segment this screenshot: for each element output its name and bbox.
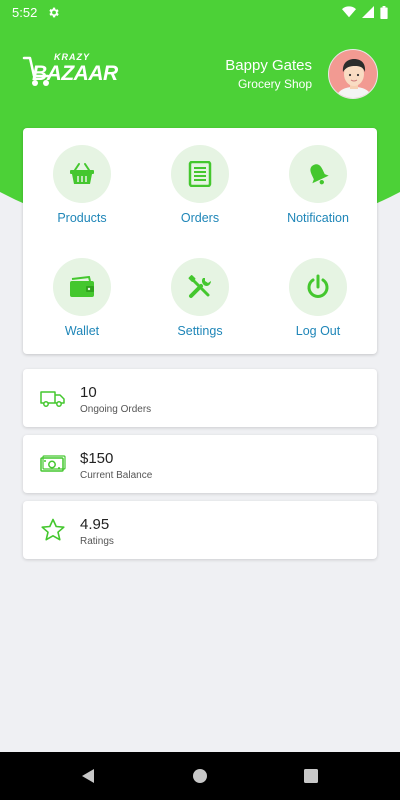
menu-item-logout[interactable]: Log Out xyxy=(259,258,377,358)
signal-icon xyxy=(362,6,374,18)
menu-item-settings[interactable]: Settings xyxy=(141,258,259,358)
menu-label: Log Out xyxy=(295,324,341,338)
battery-icon xyxy=(380,5,388,19)
stat-card-orders[interactable]: 10 Ongoing Orders xyxy=(23,369,377,427)
menu-icon-circle xyxy=(289,145,347,203)
recents-button[interactable] xyxy=(301,766,321,786)
wallet-icon xyxy=(70,276,94,297)
stat-value: 10 xyxy=(80,384,97,401)
home-circle-icon xyxy=(193,769,207,783)
menu-label: Settings xyxy=(177,324,223,338)
logo-text-big: BAZAAR xyxy=(32,62,118,85)
stat-value: 4.95 xyxy=(80,516,110,533)
menu-label: Products xyxy=(57,211,107,225)
menu-icon-circle xyxy=(289,258,347,316)
status-time: 5:52 xyxy=(12,4,38,20)
recents-square-icon xyxy=(304,769,318,783)
star-icon xyxy=(41,518,65,541)
menu-label: Wallet xyxy=(64,324,100,338)
tools-icon xyxy=(188,275,212,298)
menu-label: Notification xyxy=(287,211,349,225)
menu-icon-circle xyxy=(53,145,111,203)
menu-label: Orders xyxy=(180,211,220,225)
bell-icon xyxy=(310,164,329,185)
user-role: Grocery Shop xyxy=(237,77,312,91)
stat-card-ratings[interactable]: 4.95 Ratings xyxy=(23,501,377,559)
menu-card: Products Orders Notification Wallet Sett… xyxy=(23,128,377,354)
cash-icon xyxy=(40,455,66,472)
stat-label: Ratings xyxy=(80,536,114,547)
orders-list-icon xyxy=(188,161,212,187)
power-icon xyxy=(307,274,329,298)
home-button[interactable] xyxy=(190,766,210,786)
avatar-illustration xyxy=(335,59,373,98)
app-logo: KRAZY BAZAAR xyxy=(22,52,118,92)
menu-icon-circle xyxy=(171,145,229,203)
gear-icon xyxy=(47,6,60,19)
system-nav-bar xyxy=(0,752,400,800)
menu-icon-circle xyxy=(53,258,111,316)
avatar[interactable] xyxy=(328,49,378,99)
back-triangle-icon xyxy=(82,769,94,783)
stat-label: Current Balance xyxy=(80,470,153,481)
logo-text-small: KRAZY xyxy=(54,52,90,62)
menu-icon-circle xyxy=(171,258,229,316)
stat-label: Ongoing Orders xyxy=(80,404,152,415)
truck-icon xyxy=(40,391,65,407)
status-icons xyxy=(342,5,388,19)
status-bar: 5:52 xyxy=(0,0,400,24)
menu-item-notification[interactable]: Notification xyxy=(259,145,377,245)
stat-card-balance[interactable]: $150 Current Balance xyxy=(23,435,377,493)
menu-item-products[interactable]: Products xyxy=(23,145,141,245)
wifi-icon xyxy=(342,6,356,18)
menu-item-orders[interactable]: Orders xyxy=(141,145,259,245)
stat-value: $150 xyxy=(80,450,114,467)
basket-icon xyxy=(70,163,94,184)
user-name: Bappy Gates xyxy=(225,57,312,74)
back-button[interactable] xyxy=(78,766,98,786)
menu-item-wallet[interactable]: Wallet xyxy=(23,258,141,358)
